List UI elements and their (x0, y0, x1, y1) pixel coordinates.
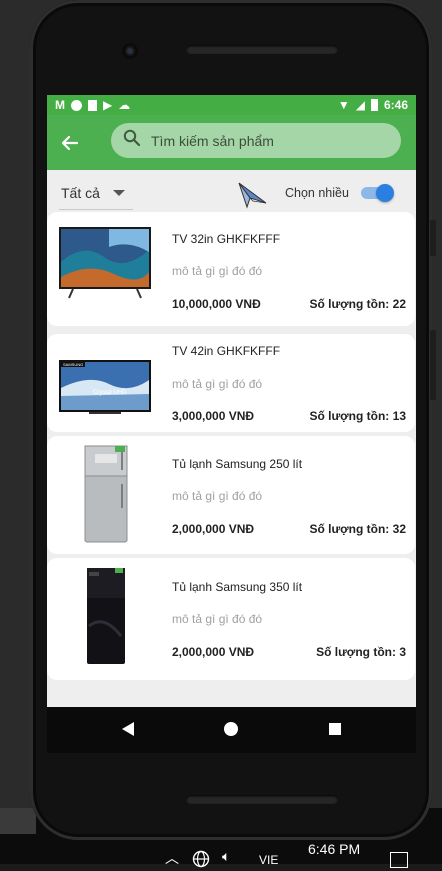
cloud-icon: ☁ (118, 98, 131, 112)
notification-icons: M ▶ ☁ (55, 98, 130, 112)
front-camera (122, 43, 138, 59)
product-card[interactable]: Tủ lạnh Samsung 250 lít mô tả gì gì đó đ… (47, 436, 415, 554)
multi-select-toggle[interactable] (359, 184, 394, 202)
product-name: Tủ lạnh Samsung 350 lít (172, 580, 303, 594)
product-card[interactable]: Tủ lạnh Samsung 350 lít mô tả gì gì đó đ… (47, 558, 415, 680)
product-stock: Số lượng tồn: 3 (316, 645, 406, 659)
status-bar: M ▶ ☁ ▼ ◢ 6:46 (47, 95, 416, 115)
filter-bar: Tất cả Chọn nhiều (47, 170, 416, 215)
search-input[interactable] (151, 132, 371, 149)
product-stock: Số lượng tồn: 32 (309, 522, 406, 536)
svg-text:Crystal UHD: Crystal UHD (93, 390, 127, 396)
dropdown-value: Tất cả (61, 184, 100, 201)
chevron-up-icon[interactable]: ︿ (165, 848, 179, 868)
signal-icon: ◢ (355, 98, 365, 112)
emulator-stage: M ▶ ☁ ▼ ◢ 6:46 Tìm kiếm sản phẩm Tất cả … (0, 0, 442, 868)
product-name: TV 32in GHKFKFFF (172, 232, 281, 246)
paper-plane-icon[interactable] (235, 177, 269, 211)
system-icons: ▼ ◢ 6:46 (338, 98, 408, 112)
search-box[interactable] (111, 123, 401, 158)
app-bar (47, 115, 416, 170)
nav-home-icon[interactable] (224, 722, 238, 736)
product-card[interactable]: TV 32in GHKFKFFF mô tả gì gì đó đó 10,00… (47, 212, 415, 326)
product-description: mô tả gì gì đó đó (172, 489, 263, 503)
search-icon (123, 129, 141, 152)
desktop-window-edge (0, 808, 36, 834)
top-speaker (186, 45, 338, 54)
product-card[interactable]: SAMSUNG Crystal UHD TV 42in GHKFKFFF mô … (47, 334, 415, 432)
multi-select-label: Chọn nhiều (285, 186, 349, 200)
input-language[interactable]: VIE (259, 853, 278, 867)
product-description: mô tả gì gì đó đó (172, 377, 263, 391)
product-image-tv-42: SAMSUNG Crystal UHD (59, 344, 153, 436)
android-nav-bar (47, 707, 416, 753)
toggle-thumb (376, 184, 394, 202)
notification-center-icon[interactable] (390, 852, 408, 868)
product-name: Tủ lạnh Samsung 250 lít (172, 457, 303, 471)
product-description: mô tả gì gì đó đó (172, 612, 263, 626)
product-image-tv-32 (59, 222, 153, 314)
product-stock: Số lượng tồn: 13 (309, 409, 406, 423)
record-icon (71, 99, 82, 111)
product-price: 2,000,000 VNĐ (172, 645, 255, 659)
nav-recents-icon[interactable] (329, 723, 341, 735)
battery-icon (370, 99, 378, 111)
back-arrow-icon[interactable] (47, 120, 93, 166)
product-name: TV 42in GHKFKFFF (172, 344, 281, 358)
product-image-fridge-350 (59, 566, 153, 664)
volume-button[interactable] (430, 330, 436, 400)
dropdown-caret-icon (113, 190, 125, 196)
taskbar-clock[interactable]: 6:46 PM (308, 841, 360, 857)
power-button[interactable] (430, 220, 436, 256)
wifi-icon: ▼ (337, 98, 350, 112)
product-price: 3,000,000 VNĐ (172, 409, 255, 423)
windows-taskbar: ︿ 🔈︎ VIE 6:46 PM (0, 836, 442, 868)
product-price: 2,000,000 VNĐ (172, 522, 255, 536)
product-stock: Số lượng tồn: 22 (309, 297, 406, 311)
bottom-speaker (186, 795, 338, 804)
play-store-icon: ▶ (103, 98, 113, 112)
status-time: 6:46 (383, 98, 408, 112)
product-description: mô tả gì gì đó đó (172, 264, 263, 278)
svg-text:SAMSUNG: SAMSUNG (63, 362, 83, 367)
app-screen: M ▶ ☁ ▼ ◢ 6:46 Tìm kiếm sản phẩm Tất cả … (47, 95, 416, 707)
speaker-icon[interactable]: 🔈︎ (222, 848, 230, 865)
globe-icon[interactable] (192, 850, 210, 871)
nav-back-icon[interactable] (122, 722, 134, 736)
sd-card-icon (88, 99, 97, 111)
product-image-fridge-250 (59, 444, 153, 543)
category-dropdown[interactable]: Tất cả (59, 176, 133, 210)
gmail-icon: M (55, 98, 65, 112)
product-price: 10,000,000 VNĐ (172, 297, 261, 311)
